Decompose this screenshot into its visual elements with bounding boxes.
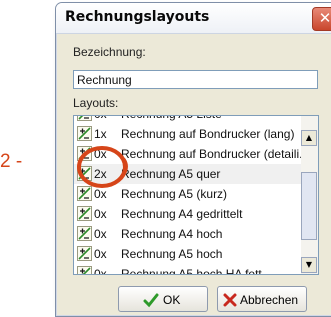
highlight-circle bbox=[77, 146, 128, 188]
